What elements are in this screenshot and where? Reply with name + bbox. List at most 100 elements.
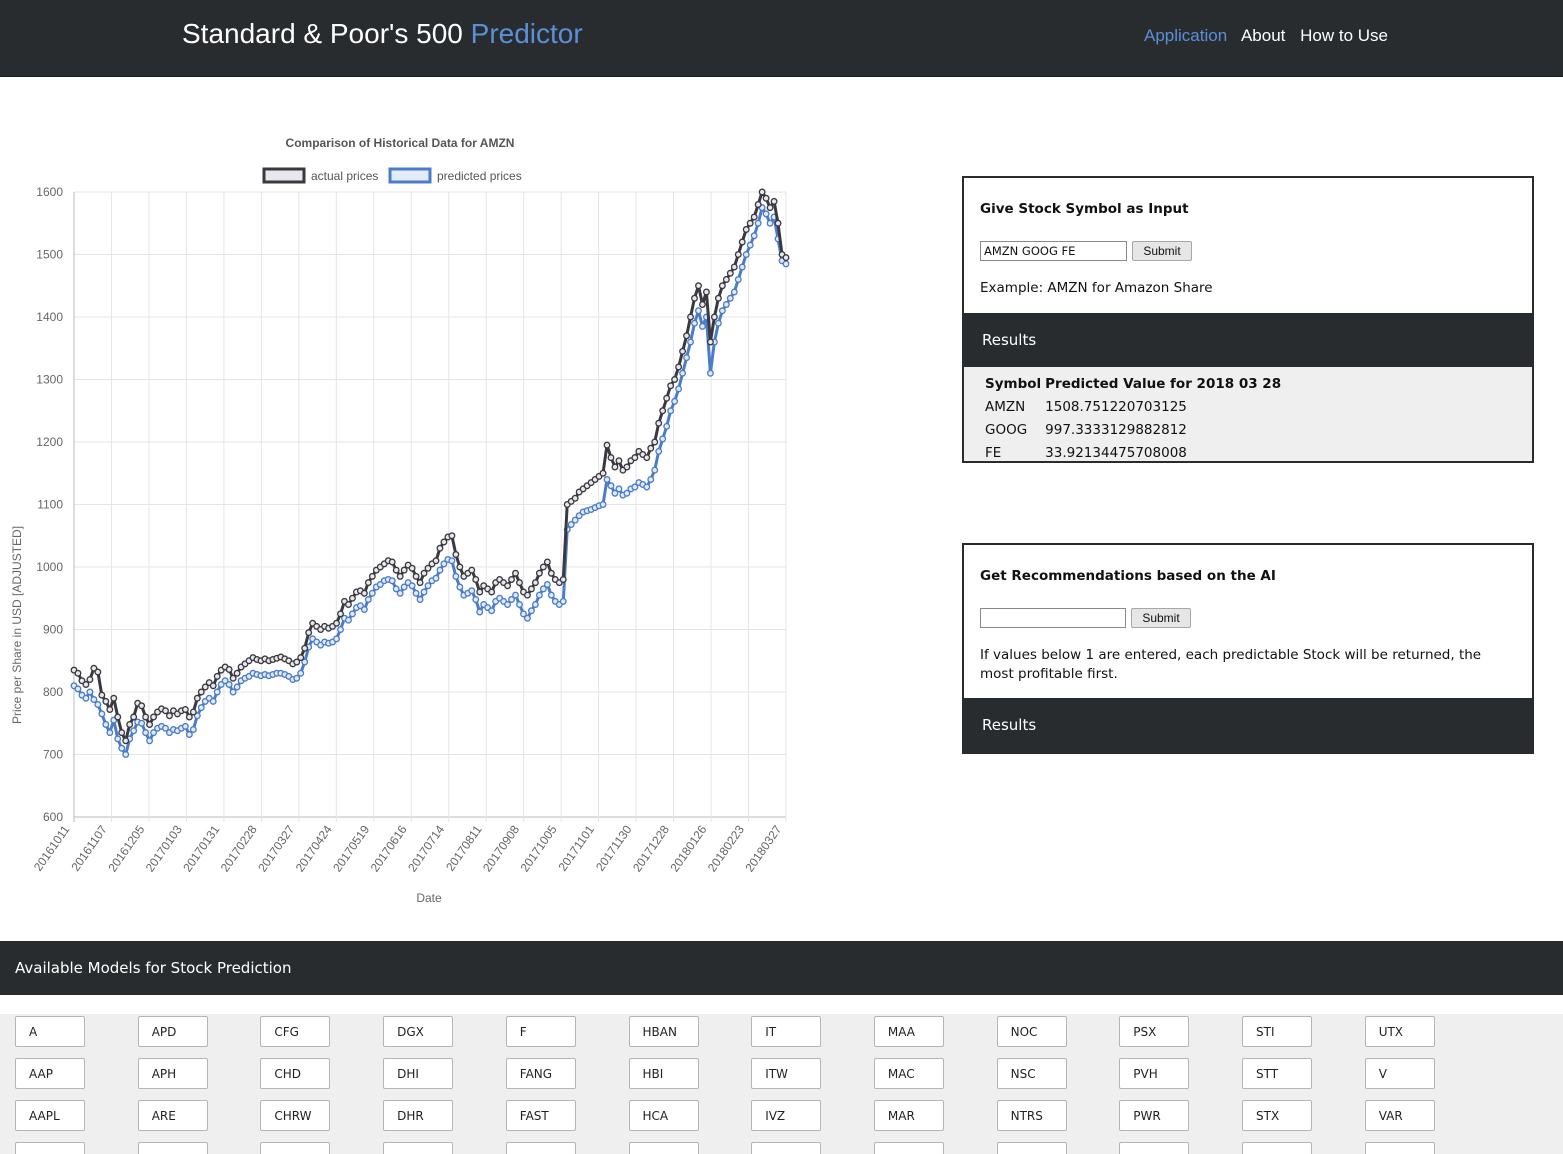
data-point[interactable]	[420, 569, 428, 577]
data-point[interactable]	[734, 251, 742, 258]
model-button-sti[interactable]: STI	[1242, 1016, 1312, 1047]
data-point[interactable]	[504, 582, 512, 590]
data-point[interactable]	[770, 197, 778, 205]
data-point[interactable]	[360, 606, 368, 613]
data-point[interactable]	[730, 288, 738, 296]
model-button-var[interactable]: VAR	[1364, 1100, 1435, 1131]
model-button[interactable]	[1242, 1142, 1312, 1154]
data-point[interactable]	[679, 347, 687, 355]
data-point[interactable]	[603, 476, 611, 483]
model-button-hbi[interactable]: HBI	[628, 1058, 699, 1089]
data-point[interactable]	[667, 382, 675, 390]
brand-title[interactable]: Standard & Poor's 500 Predictor	[182, 18, 583, 50]
data-point[interactable]	[138, 719, 146, 727]
data-point[interactable]	[436, 544, 444, 552]
data-point[interactable]	[691, 319, 698, 327]
model-button[interactable]	[1119, 1142, 1190, 1154]
data-point[interactable]	[679, 369, 687, 377]
data-point[interactable]	[762, 194, 770, 202]
data-point[interactable]	[86, 676, 94, 683]
data-point[interactable]	[754, 219, 762, 227]
data-point[interactable]	[615, 457, 623, 465]
model-button[interactable]	[15, 1142, 85, 1154]
nav-link-how-to-use[interactable]: How to Use	[1300, 26, 1388, 45]
data-point[interactable]	[74, 685, 82, 693]
data-point[interactable]	[114, 713, 122, 721]
data-point[interactable]	[118, 729, 126, 737]
data-point[interactable]	[675, 385, 683, 393]
data-point[interactable]	[456, 583, 464, 591]
data-point[interactable]	[452, 572, 460, 580]
data-point[interactable]	[527, 585, 535, 593]
data-point[interactable]	[388, 558, 396, 566]
data-point[interactable]	[368, 589, 376, 597]
model-button[interactable]	[1364, 1142, 1435, 1154]
data-point[interactable]	[297, 654, 305, 662]
data-point[interactable]	[667, 407, 675, 415]
data-point[interactable]	[416, 579, 424, 587]
data-point[interactable]	[488, 588, 496, 596]
data-point[interactable]	[189, 726, 197, 733]
data-point[interactable]	[197, 688, 205, 696]
data-point[interactable]	[722, 276, 730, 283]
data-point[interactable]	[738, 263, 746, 271]
model-button-ntrs[interactable]: NTRS	[996, 1100, 1067, 1131]
data-point[interactable]	[197, 704, 205, 712]
data-point[interactable]	[364, 579, 372, 587]
data-point[interactable]	[333, 635, 340, 643]
model-button-dhi[interactable]: DHI	[383, 1058, 454, 1089]
data-point[interactable]	[750, 232, 758, 240]
data-point[interactable]	[663, 394, 671, 402]
data-point[interactable]	[623, 463, 631, 471]
model-button-ivz[interactable]: IVZ	[751, 1100, 822, 1131]
data-point[interactable]	[348, 594, 356, 602]
data-point[interactable]	[766, 219, 774, 227]
data-point[interactable]	[754, 201, 762, 208]
data-point[interactable]	[126, 721, 134, 728]
data-point[interactable]	[181, 706, 189, 713]
data-point[interactable]	[448, 557, 456, 565]
data-point[interactable]	[452, 551, 460, 558]
data-point[interactable]	[448, 532, 456, 540]
data-point[interactable]	[643, 454, 651, 462]
data-point[interactable]	[718, 282, 726, 290]
model-button-aph[interactable]: APH	[137, 1058, 208, 1089]
data-point[interactable]	[746, 219, 754, 227]
data-point[interactable]	[607, 454, 615, 462]
data-point[interactable]	[102, 721, 110, 728]
data-point[interactable]	[98, 710, 106, 718]
data-point[interactable]	[599, 469, 607, 477]
data-point[interactable]	[706, 369, 714, 377]
data-point[interactable]	[571, 494, 579, 502]
data-point[interactable]	[166, 712, 173, 720]
data-point[interactable]	[229, 688, 237, 696]
data-point[interactable]	[396, 589, 404, 597]
data-point[interactable]	[388, 577, 396, 585]
data-point[interactable]	[82, 681, 90, 688]
data-point[interactable]	[726, 269, 734, 277]
data-point[interactable]	[683, 332, 691, 340]
data-point[interactable]	[651, 438, 659, 446]
data-point[interactable]	[710, 313, 718, 321]
data-point[interactable]	[293, 674, 301, 682]
data-point[interactable]	[607, 482, 615, 490]
data-point[interactable]	[110, 694, 118, 702]
data-point[interactable]	[706, 338, 714, 346]
data-point[interactable]	[742, 226, 750, 233]
model-button[interactable]	[628, 1142, 699, 1154]
data-point[interactable]	[412, 589, 420, 597]
data-point[interactable]	[142, 729, 150, 737]
data-point[interactable]	[543, 581, 551, 588]
model-button-mar[interactable]: MAR	[873, 1100, 944, 1131]
model-button-pwr[interactable]: PWR	[1119, 1100, 1190, 1131]
data-point[interactable]	[337, 626, 344, 633]
data-point[interactable]	[416, 596, 424, 603]
data-point[interactable]	[408, 564, 416, 572]
data-point[interactable]	[746, 241, 754, 249]
model-button-nsc[interactable]: NSC	[996, 1058, 1067, 1089]
data-point[interactable]	[643, 483, 651, 491]
data-point[interactable]	[714, 294, 722, 302]
data-point[interactable]	[209, 682, 217, 690]
model-button-fast[interactable]: FAST	[505, 1100, 576, 1131]
data-point[interactable]	[305, 629, 313, 637]
